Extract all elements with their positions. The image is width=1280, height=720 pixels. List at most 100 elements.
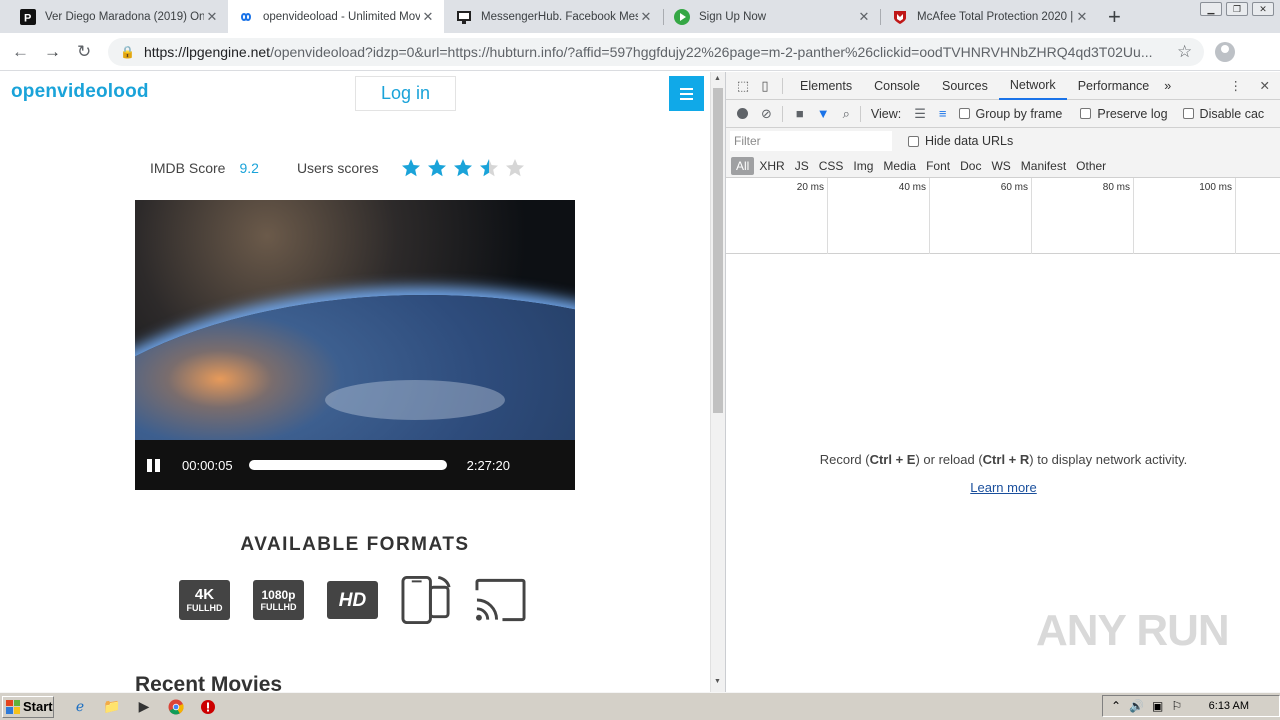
type-filter-ws[interactable]: WS [986,157,1015,175]
infinity-favicon-icon [238,9,254,25]
site-logo[interactable]: openvideolood [11,81,149,103]
preserve-log-checkbox[interactable]: Preserve log [1080,107,1168,121]
inspect-element-icon[interactable]: ⬚ [732,78,754,94]
close-tab-icon[interactable]: ✕ [204,9,220,25]
bookmark-star-icon[interactable]: ☆ [1177,42,1192,62]
tab-maradona[interactable]: P Ver Diego Maradona (2019) Onli ✕ [10,0,228,33]
type-filter-all[interactable]: All [731,156,755,175]
tab-openvideoload[interactable]: openvideoload - Unlimited Movie ✕ [228,0,444,33]
close-window-button[interactable]: ✕ [1252,2,1274,16]
monitor-favicon-icon [456,9,472,25]
login-button[interactable]: Log in [355,76,456,111]
close-tab-icon[interactable]: ✕ [856,9,872,25]
mobile-devices-icon [401,575,452,625]
type-filter-manifest[interactable]: Manifest [1016,157,1071,175]
search-icon[interactable]: ⌕ [843,106,850,122]
system-tray: ⌃ 🔊 ▣ ⚐ 6:13 AM [1102,695,1280,717]
filter-icon[interactable]: ▼ [817,106,830,121]
reload-icon[interactable]: ↻ [77,42,91,62]
tab-signup[interactable]: Sign Up Now ✕ [664,0,880,33]
media-player-icon[interactable]: ▶ [134,697,154,717]
start-button[interactable]: Start [2,695,54,718]
filter-row: Filter Hide data URLs [726,128,1280,154]
new-tab-button[interactable]: + [1108,4,1121,30]
tab-mcafee[interactable]: McAfee Total Protection 2020 | ✕ [882,0,1098,33]
screenshot-icon[interactable]: ■ [796,106,804,121]
learn-more-link[interactable]: Learn more [726,480,1280,495]
file-explorer-icon[interactable]: 📁 [102,697,122,717]
devtools-tab-sources[interactable]: Sources [931,72,999,100]
address-bar[interactable]: 🔒 https://lpgengine.net/openvideoload?id… [108,38,1204,66]
filter-input[interactable]: Filter [730,131,892,151]
rating-star-icon[interactable] [453,158,473,178]
waterfall-view-icon[interactable]: ≡ [939,106,947,121]
imdb-value: 9.2 [239,160,259,176]
video-player[interactable]: 00:00:05 2:27:20 [135,200,575,490]
formats-row: 4K FULLHD 1080p FULLHD HD [179,575,526,625]
devtools-tab-console[interactable]: Console [863,72,931,100]
volume-icon[interactable]: 🔊 [1129,699,1144,713]
minimize-button[interactable]: ▁ [1200,2,1222,16]
devtools-tab-elements[interactable]: Elements [789,72,863,100]
type-filter-js[interactable]: JS [790,157,814,175]
kebab-menu-icon[interactable]: ⋮ [1230,78,1243,93]
list-view-icon[interactable]: ☰ [914,106,926,122]
type-filter-doc[interactable]: Doc [955,157,986,175]
empty-network-message: Record (Ctrl + E) or reload (Ctrl + R) t… [819,452,1188,467]
type-filter-img[interactable]: Img [848,157,878,175]
lock-icon: 🔒 [120,45,135,59]
more-tabs-icon[interactable]: » [1160,72,1175,100]
close-tab-icon[interactable]: ✕ [638,9,654,25]
rating-star-icon[interactable] [427,158,447,178]
anyrun-watermark: ANY RUN [1036,606,1230,655]
scroll-thumb[interactable] [713,88,723,413]
close-tab-icon[interactable]: ✕ [1074,9,1090,25]
tab-messengerhub[interactable]: MessengerHub. Facebook Messe ✕ [446,0,662,33]
scroll-down-icon[interactable]: ▼ [714,678,721,685]
scroll-up-icon[interactable]: ▲ [714,75,721,82]
type-filter-css[interactable]: CSS [814,157,849,175]
pause-icon[interactable] [147,458,160,472]
profile-avatar-icon[interactable] [1215,42,1235,62]
user-rating-stars[interactable] [401,158,525,178]
hide-data-urls-checkbox[interactable]: Hide data URLs [908,134,1013,148]
back-icon[interactable]: ← [12,42,29,62]
tab-strip: P Ver Diego Maradona (2019) Onli ✕ openv… [0,0,1280,33]
type-filter-media[interactable]: Media [878,157,921,175]
timeline-tick: 40 ms [828,178,930,254]
close-devtools-icon[interactable]: ✕ [1260,78,1270,93]
chrome-icon[interactable] [166,697,186,717]
mcafee-favicon-icon [892,9,908,25]
network-icon[interactable]: ▣ [1152,699,1163,713]
device-toolbar-icon[interactable]: ▯ [754,78,776,94]
disable-cache-checkbox[interactable]: Disable cac [1182,107,1264,121]
timeline-tick: 60 ms [930,178,1032,254]
type-filter-other[interactable]: Other [1071,157,1111,175]
clear-icon[interactable]: ⊘ [761,106,772,122]
hamburger-menu-button[interactable] [669,76,704,111]
current-time: 00:00:05 [182,457,233,473]
internet-explorer-icon[interactable]: ℯ [70,697,90,717]
devtools-tab-performance[interactable]: Performance [1067,72,1161,100]
resource-type-filters: All XHR JS CSS Img Media Font Doc WS Manifest Othe… [726,154,1280,178]
page-scrollbar[interactable]: ▲ ▼ [710,72,725,692]
network-toolbar: ⊘ ■ ▼ ⌕ View: ☰ ≡ Group by frame Preserv… [726,100,1280,128]
stop-app-icon[interactable] [198,697,218,717]
rating-star-icon[interactable] [505,158,525,178]
group-by-frame-checkbox[interactable]: Group by frame [958,107,1062,121]
close-tab-icon[interactable]: ✕ [420,9,436,25]
type-filter-xhr[interactable]: XHR [754,157,789,175]
flag-icon[interactable]: ⚐ [1171,699,1182,713]
maximize-button[interactable]: ❐ [1226,2,1248,16]
type-filter-font[interactable]: Font [921,157,955,175]
record-icon[interactable] [737,108,748,119]
rating-star-icon[interactable] [401,158,421,178]
rating-star-icon[interactable] [479,158,499,178]
users-score-label: Users scores [296,160,379,176]
recent-movies-heading: Recent Movies [135,673,283,692]
format-hd-icon: HD [327,578,378,622]
devtools-tab-network[interactable]: Network [998,72,1067,100]
forward-icon[interactable]: → [44,42,61,62]
seek-bar[interactable] [248,460,447,470]
tray-arrow-icon[interactable]: ⌃ [1111,699,1121,713]
